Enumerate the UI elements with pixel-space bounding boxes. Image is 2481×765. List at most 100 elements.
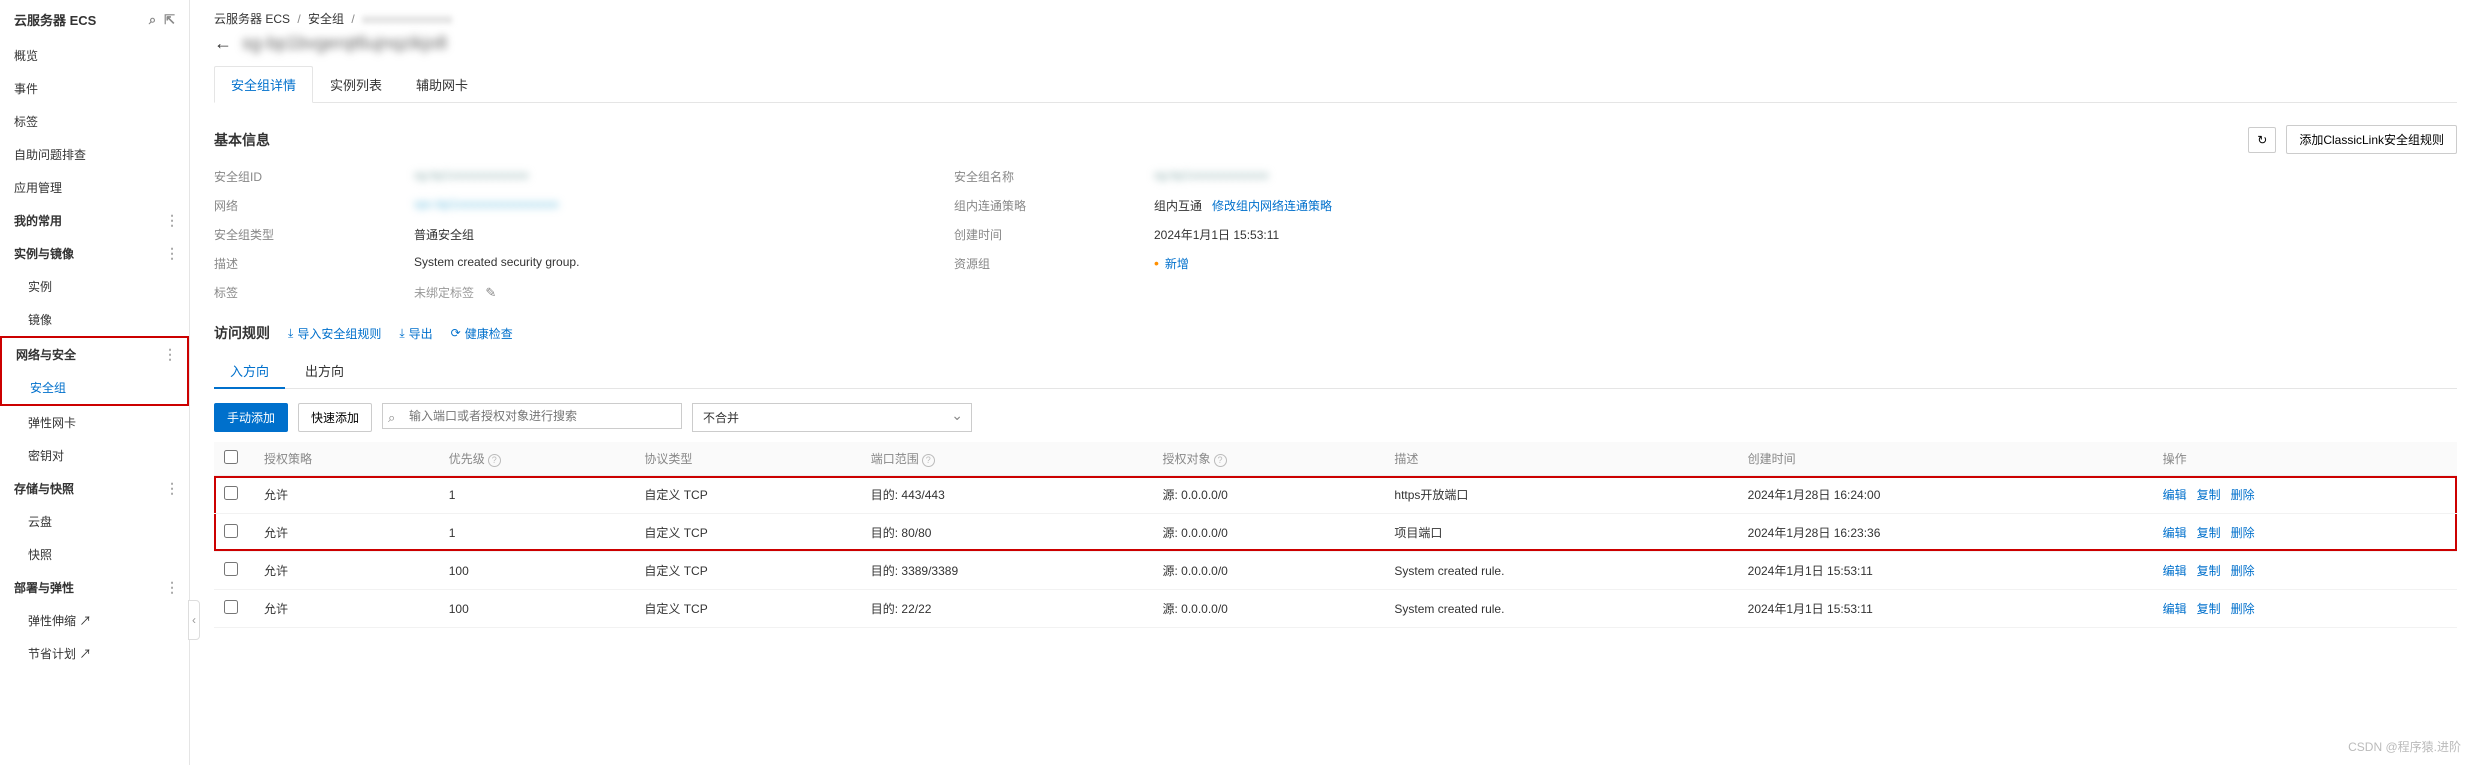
more-icon[interactable]: ⋮ [165,346,175,363]
value-sg-type: 普通安全组 [414,226,934,243]
sidebar-item[interactable]: 弹性网卡 [0,406,189,439]
modify-policy-link[interactable]: 修改组内网络连通策略 [1212,199,1332,213]
sidebar-item[interactable]: 弹性伸缩 ↗ [0,604,189,637]
sidebar-item[interactable]: 应用管理 [0,171,189,204]
direction-tab[interactable]: 入方向 [214,353,285,388]
copy-link[interactable]: 复制 [2197,486,2221,503]
more-icon[interactable]: ⋮ [167,212,177,229]
sidebar-item[interactable]: 镜像 [0,303,189,336]
cell-obj: 源: 0.0.0.0/0 [1152,590,1384,628]
help-icon[interactable]: ? [488,454,501,467]
back-arrow-icon[interactable]: ← [214,33,232,54]
sidebar-item[interactable]: 存储与快照⋮ [0,472,189,505]
sidebar-item[interactable]: 自助问题排查 [0,138,189,171]
edit-link[interactable]: 编辑 [2163,562,2187,579]
cell-desc: System created rule. [1384,590,1737,628]
cell-created: 2024年1月1日 15:53:11 [1738,552,2153,590]
tab[interactable]: 安全组详情 [214,66,313,103]
label-desc: 描述 [214,255,394,272]
help-icon[interactable]: ? [922,454,935,467]
rule-search-input[interactable]: ⌕ [382,403,682,432]
sidebar-item[interactable]: 我的常用⋮ [0,204,189,237]
sidebar-item[interactable]: 密钥对 [0,439,189,472]
direction-tab[interactable]: 出方向 [289,353,360,388]
manual-add-button[interactable]: 手动添加 [214,403,288,432]
breadcrumb: 云服务器 ECS / 安全组 / xxxxxxxxxxxxxxx [214,10,2457,27]
merge-select[interactable]: 不合并 [692,403,972,432]
col-desc: 描述 [1384,442,1737,476]
value-created: 2024年1月1日 15:53:11 [1154,226,2457,243]
sidebar-item[interactable]: 安全组 [2,371,187,404]
export-rules-button[interactable]: ⤓导出 [399,325,432,342]
row-checkbox[interactable] [224,524,238,538]
cell-priority: 100 [439,552,635,590]
sidebar-item[interactable]: 事件 [0,72,189,105]
cell-policy: 允许 [254,552,439,590]
delete-link[interactable]: 删除 [2231,486,2255,503]
resource-group-add-link[interactable]: 新增 [1154,257,1189,271]
quick-add-button[interactable]: 快速添加 [298,403,372,432]
sidebar-collapse-handle[interactable]: ‹ [188,600,200,640]
sidebar-item[interactable]: 概览 [0,39,189,72]
sidebar-item[interactable]: 标签 [0,105,189,138]
col-ops: 操作 [2153,442,2457,476]
cell-created: 2024年1月1日 15:53:11 [1738,590,2153,628]
col-policy: 授权策略 [254,442,439,476]
more-icon[interactable]: ⋮ [167,245,177,262]
search-icon: ⌕ [388,410,395,426]
search-icon[interactable]: ⌕ [149,12,156,28]
more-icon[interactable]: ⋮ [167,480,177,497]
product-name: 云服务器 ECS [14,10,96,29]
crumb-root[interactable]: 云服务器 ECS [214,12,290,26]
delete-link[interactable]: 删除 [2231,600,2255,617]
pin-icon[interactable]: ⇱ [164,12,175,28]
sidebar-item[interactable]: 快照 [0,538,189,571]
tab[interactable]: 辅助网卡 [399,66,485,103]
import-icon: ⤓ [288,326,293,341]
label-created: 创建时间 [954,226,1134,243]
copy-link[interactable]: 复制 [2197,600,2221,617]
sidebar-item[interactable]: 实例与镜像⋮ [0,237,189,270]
cell-policy: 允许 [254,590,439,628]
col-priority: 优先级? [439,442,635,476]
edit-link[interactable]: 编辑 [2163,486,2187,503]
crumb-sg[interactable]: 安全组 [308,12,344,26]
sidebar-item[interactable]: 部署与弹性⋮ [0,571,189,604]
rules-table: 授权策略 优先级? 协议类型 端口范围? 授权对象? 描述 创建时间 操作 允许… [214,442,2457,628]
tags-empty-text: 未绑定标签 [414,286,474,300]
cell-priority: 100 [439,590,635,628]
sidebar-item[interactable]: 实例 [0,270,189,303]
select-all-checkbox[interactable] [224,450,238,464]
basic-info-title: 基本信息 [214,130,270,150]
refresh-button[interactable]: ↻ [2248,127,2276,153]
label-sg-name: 安全组名称 [954,168,1134,185]
copy-link[interactable]: 复制 [2197,562,2221,579]
table-row: 允许 1 自定义 TCP 目的: 80/80 源: 0.0.0.0/0 项目端口… [214,514,2457,552]
edit-link[interactable]: 编辑 [2163,600,2187,617]
add-classiclink-rule-button[interactable]: 添加ClassicLink安全组规则 [2286,125,2457,154]
tab[interactable]: 实例列表 [313,66,399,103]
sidebar-item[interactable]: 云盘 [0,505,189,538]
more-icon[interactable]: ⋮ [167,579,177,596]
rules-title: 访问规则 [214,323,270,343]
row-checkbox[interactable] [224,562,238,576]
rule-search-field[interactable] [382,403,682,429]
row-checkbox[interactable] [224,486,238,500]
cell-desc: https开放端口 [1384,476,1737,514]
import-rules-button[interactable]: ⤓导入安全组规则 [288,325,381,342]
label-sg-type: 安全组类型 [214,226,394,243]
health-check-button[interactable]: ⟳健康检查 [451,325,513,342]
value-tags: 未绑定标签 ✎ [414,284,934,301]
sidebar-header: 云服务器 ECS ⌕ ⇱ [0,0,189,39]
sidebar-item[interactable]: 网络与安全⋮ [2,338,187,371]
delete-link[interactable]: 删除 [2231,562,2255,579]
sidebar-item[interactable]: 节省计划 ↗ [0,637,189,670]
edit-tags-icon[interactable]: ✎ [485,285,496,300]
value-network[interactable]: vpc-bp1xxxxxxxxxxxxxxxxx [414,197,934,214]
delete-link[interactable]: 删除 [2231,524,2255,541]
edit-link[interactable]: 编辑 [2163,524,2187,541]
help-icon[interactable]: ? [1214,454,1227,467]
copy-link[interactable]: 复制 [2197,524,2221,541]
sidebar: 云服务器 ECS ⌕ ⇱ 概览事件标签自助问题排查应用管理我的常用⋮实例与镜像⋮… [0,0,190,765]
row-checkbox[interactable] [224,600,238,614]
